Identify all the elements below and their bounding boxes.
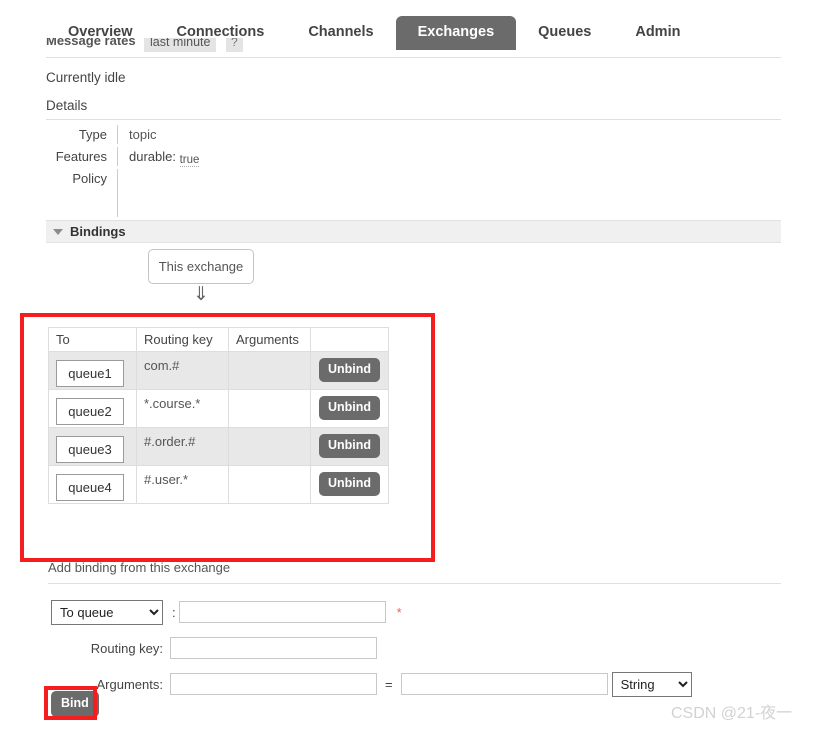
divider <box>48 583 781 584</box>
queue-link[interactable]: queue1 <box>56 360 124 387</box>
divider <box>46 57 781 58</box>
binding-routing-key-cell: *.course.* <box>136 389 229 428</box>
binding-action-cell: Unbind <box>310 465 389 504</box>
detail-row-policy: Policy <box>46 169 466 217</box>
unbind-button[interactable]: Unbind <box>318 358 381 382</box>
form-row-arguments: Arguments: = String <box>48 669 748 699</box>
detail-label-policy: Policy <box>46 169 118 217</box>
this-exchange-node: This exchange <box>148 249 254 284</box>
feature-key: durable: <box>129 149 176 164</box>
detail-row-type: Type topic <box>46 125 466 147</box>
add-binding-section-label: Add binding from this exchange <box>48 560 231 575</box>
exchange-details: Type topic Features durable: true Policy <box>46 125 466 217</box>
detail-label-features: Features <box>46 147 118 166</box>
message-rates-strip: Message rates last minute ? <box>46 38 781 57</box>
equals-sign: = <box>385 676 393 692</box>
table-row: queue1 com.# Unbind <box>48 351 389 390</box>
column-header-to[interactable]: To <box>48 327 137 352</box>
destination-colon: : <box>172 604 176 620</box>
detail-value-type: topic <box>129 127 157 142</box>
unbind-button[interactable]: Unbind <box>318 434 381 458</box>
routing-key-label: Routing key: <box>90 640 163 656</box>
double-arrow-down-icon: ⇓ <box>193 284 209 305</box>
form-row-destination: To queue : * <box>48 597 748 627</box>
feature-value: true <box>179 154 200 167</box>
detail-row-features: Features durable: true <box>46 147 466 169</box>
detail-value-features: durable: true <box>118 147 200 167</box>
binding-destination-cell: queue3 <box>48 427 137 466</box>
column-header-actions <box>310 327 389 352</box>
bindings-section-header[interactable]: Bindings <box>46 220 781 243</box>
binding-arguments-cell <box>228 427 311 466</box>
binding-destination-cell: queue1 <box>48 351 137 390</box>
form-row-routing-key: Routing key: <box>48 633 748 663</box>
column-header-arguments[interactable]: Arguments <box>228 327 311 352</box>
binding-routing-key-cell: #.user.* <box>136 465 229 504</box>
queue-link[interactable]: queue2 <box>56 398 124 425</box>
bind-button[interactable]: Bind <box>51 691 99 717</box>
routing-key-input[interactable] <box>170 637 377 659</box>
unbind-button[interactable]: Unbind <box>318 396 381 420</box>
table-row: queue2 *.course.* Unbind <box>48 389 389 428</box>
binding-arguments-cell <box>228 465 311 504</box>
binding-routing-key-cell: com.# <box>136 351 229 390</box>
binding-arguments-cell <box>228 351 311 390</box>
argument-type-select[interactable]: String <box>611 671 692 697</box>
message-rates-period[interactable]: last minute <box>144 38 217 52</box>
destination-input[interactable] <box>178 601 386 623</box>
destination-type-select[interactable]: To queue <box>51 599 163 625</box>
unbind-button[interactable]: Unbind <box>318 472 381 496</box>
binding-action-cell: Unbind <box>310 427 389 466</box>
binding-destination-cell: queue2 <box>48 389 137 428</box>
detail-label-type: Type <box>46 125 118 144</box>
queue-link[interactable]: queue3 <box>56 436 124 463</box>
table-row: queue3 #.order.# Unbind <box>48 427 389 466</box>
help-icon[interactable]: ? <box>226 38 243 52</box>
bindings-table: To Routing key Arguments queue1 com.# Un… <box>48 327 389 504</box>
column-header-routing-key[interactable]: Routing key <box>136 327 229 352</box>
triangle-down-icon[interactable] <box>53 228 63 235</box>
divider <box>46 119 781 120</box>
binding-routing-key-cell: #.order.# <box>136 427 229 466</box>
bindings-section-title: Bindings <box>70 224 126 239</box>
currently-idle-text: Currently idle <box>46 70 126 85</box>
arguments-label: Arguments: <box>96 676 163 692</box>
arguments-key-input[interactable] <box>170 673 377 695</box>
table-row: queue4 #.user.* Unbind <box>48 465 389 504</box>
required-marker: * <box>396 604 402 620</box>
destination-label-spacer: To queue <box>48 599 170 625</box>
watermark-text: CSDN @21-夜一 <box>671 705 793 722</box>
binding-action-cell: Unbind <box>310 389 389 428</box>
arguments-value-input[interactable] <box>400 673 608 695</box>
binding-action-cell: Unbind <box>310 351 389 390</box>
binding-arguments-cell <box>228 389 311 428</box>
add-binding-form: To queue : * Routing key: Arguments: = S… <box>48 597 748 705</box>
detail-value-policy <box>118 169 129 173</box>
details-heading: Details <box>46 98 88 113</box>
binding-destination-cell: queue4 <box>48 465 137 504</box>
queue-link[interactable]: queue4 <box>56 474 124 501</box>
message-rates-label: Message rates <box>46 38 136 48</box>
table-header-row: To Routing key Arguments <box>48 327 389 352</box>
